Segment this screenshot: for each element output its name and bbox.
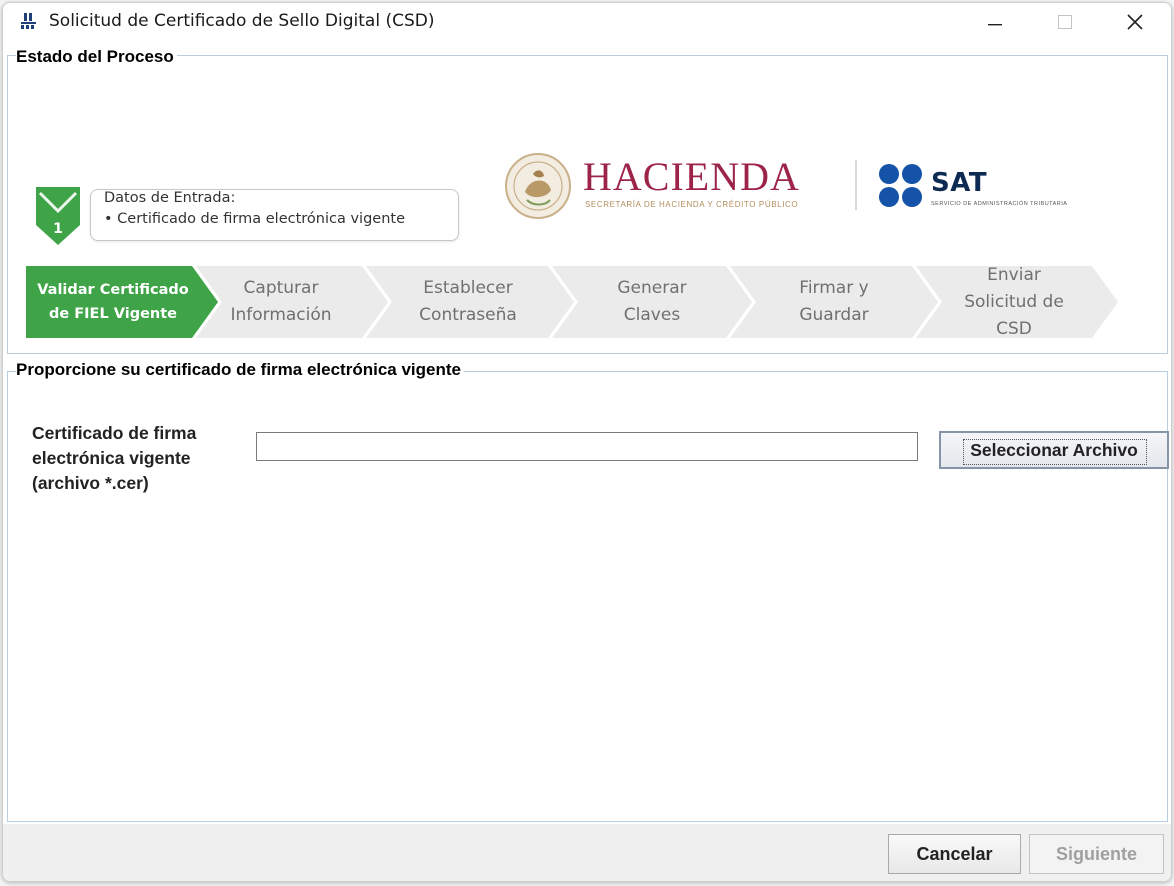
- step-number-badge: 1: [36, 187, 80, 245]
- minimize-button[interactable]: [968, 3, 1022, 41]
- step-label-line: Establecer: [423, 278, 513, 298]
- sat-wordmark: SAT: [931, 168, 988, 198]
- logo-area: HACIENDA SECRETARÍA DE HACIENDA Y CRÉDIT…: [503, 150, 1103, 224]
- maximize-icon: [1058, 15, 1072, 29]
- input-data-item: • Certificado de firma electrónica vigen…: [104, 211, 406, 227]
- step-label-line: CSD: [996, 318, 1032, 339]
- certificate-file-path-input[interactable]: [256, 432, 918, 461]
- step-label-line: Capturar: [243, 278, 319, 298]
- select-file-button-label: Seleccionar Archivo: [970, 439, 1138, 460]
- process-group-title: Estado del Proceso: [16, 47, 177, 67]
- sat-subtitle: SERVICIO DE ADMINISTRACIÓN TRIBUTARIA: [931, 201, 1068, 207]
- csd-request-window: Solicitud de Certificado de Sello Digita…: [2, 2, 1172, 882]
- next-button[interactable]: Siguiente: [1029, 834, 1164, 874]
- step-label-line: Contraseña: [419, 305, 517, 325]
- step-label-line: Validar Certificado: [37, 282, 189, 298]
- step-label-line: Enviar: [987, 264, 1041, 285]
- maximize-button[interactable]: [1038, 3, 1092, 41]
- step-send-request: Enviar Solicitud de CSD: [930, 262, 1098, 342]
- step-number: 1: [53, 221, 63, 237]
- title-bar: Solicitud de Certificado de Sello Digita…: [3, 3, 1171, 41]
- hacienda-subtitle: SECRETARÍA DE HACIENDA Y CRÉDITO PÚBLICO: [585, 200, 799, 209]
- step-set-password: Establecer Contraseña: [384, 275, 552, 329]
- step-label-line: Claves: [623, 305, 681, 325]
- step-label-line: Generar: [617, 278, 687, 298]
- close-icon: [1127, 14, 1143, 30]
- step-label-line: Solicitud de: [964, 291, 1064, 312]
- label-line: electrónica vigente: [32, 448, 191, 468]
- national-seal-logo: [505, 153, 571, 219]
- certificate-group-title: Proporcione su certificado de firma elec…: [16, 360, 464, 380]
- step-label-line: de FIEL Vigente: [49, 306, 177, 322]
- step-label-line: Información: [230, 305, 332, 325]
- step-capture-information: Capturar Información: [206, 275, 356, 329]
- select-file-button[interactable]: Seleccionar Archivo: [939, 431, 1169, 469]
- close-button[interactable]: [1108, 3, 1162, 41]
- sat-app-icon: [21, 13, 36, 29]
- minimize-icon: [988, 24, 1002, 26]
- footer-bar: Cancelar Siguiente: [3, 824, 1171, 881]
- step-generate-keys: Generar Claves: [570, 275, 734, 329]
- certificate-field-label: Certificado de firma electrónica vigente…: [32, 421, 242, 496]
- step-sign-and-save: Firmar y Guardar: [748, 275, 920, 329]
- sat-logo-mark: [879, 164, 922, 207]
- process-steps: Validar Certificado de FIEL Vigente Capt…: [26, 265, 1126, 339]
- step-label-line: Firmar y: [799, 278, 869, 298]
- label-line: Certificado de firma: [32, 423, 197, 443]
- logo-divider: [855, 160, 857, 210]
- step-label-line: Guardar: [799, 305, 869, 325]
- label-line: (archivo *.cer): [32, 473, 149, 493]
- step-validate-certificate: Validar Certificado de FIEL Vigente: [26, 272, 200, 332]
- cancel-button[interactable]: Cancelar: [888, 834, 1021, 874]
- hacienda-wordmark: HACIENDA: [583, 154, 800, 199]
- input-data-title: Datos de Entrada:: [104, 190, 236, 206]
- input-data-box: Datos de Entrada: • Certificado de firma…: [90, 189, 459, 241]
- window-title: Solicitud de Certificado de Sello Digita…: [49, 11, 435, 31]
